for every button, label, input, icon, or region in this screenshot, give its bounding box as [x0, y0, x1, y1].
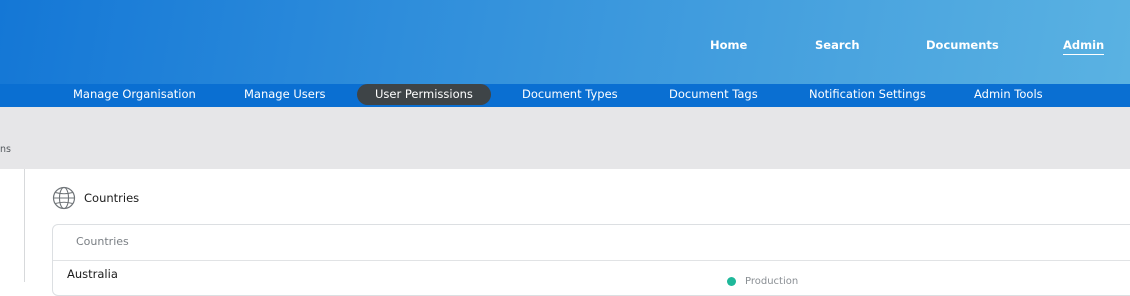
subnav-document-tags[interactable]: Document Tags: [669, 84, 758, 107]
country-name[interactable]: Australia: [67, 267, 118, 281]
section-title: Countries: [84, 191, 140, 205]
countries-section-heading: Countries: [52, 186, 139, 210]
nav-home[interactable]: Home: [710, 37, 747, 53]
page-title-band: ns: [0, 107, 1130, 169]
panel-header-label: Countries: [76, 235, 129, 248]
left-divider: [24, 169, 25, 282]
subnav-manage-users[interactable]: Manage Users: [244, 84, 326, 107]
globe-icon: [52, 186, 76, 210]
top-header-bar: Home Search Documents Admin: [0, 0, 1130, 84]
breadcrumb: ns: [0, 144, 11, 155]
subnav-manage-organisation[interactable]: Manage Organisation: [73, 84, 196, 107]
countries-panel: Countries Australia Production: [52, 224, 1130, 296]
panel-header: Countries: [53, 225, 1130, 261]
nav-admin[interactable]: Admin: [1063, 37, 1105, 55]
admin-subnav: Manage Organisation Manage Users User Pe…: [0, 84, 1130, 107]
nav-search[interactable]: Search: [815, 37, 860, 53]
subnav-user-permissions[interactable]: User Permissions: [357, 84, 491, 105]
subnav-notification-settings[interactable]: Notification Settings: [809, 84, 926, 107]
subnav-document-types[interactable]: Document Types: [522, 84, 618, 107]
nav-documents[interactable]: Documents: [926, 37, 999, 53]
subnav-admin-tools[interactable]: Admin Tools: [974, 84, 1043, 107]
